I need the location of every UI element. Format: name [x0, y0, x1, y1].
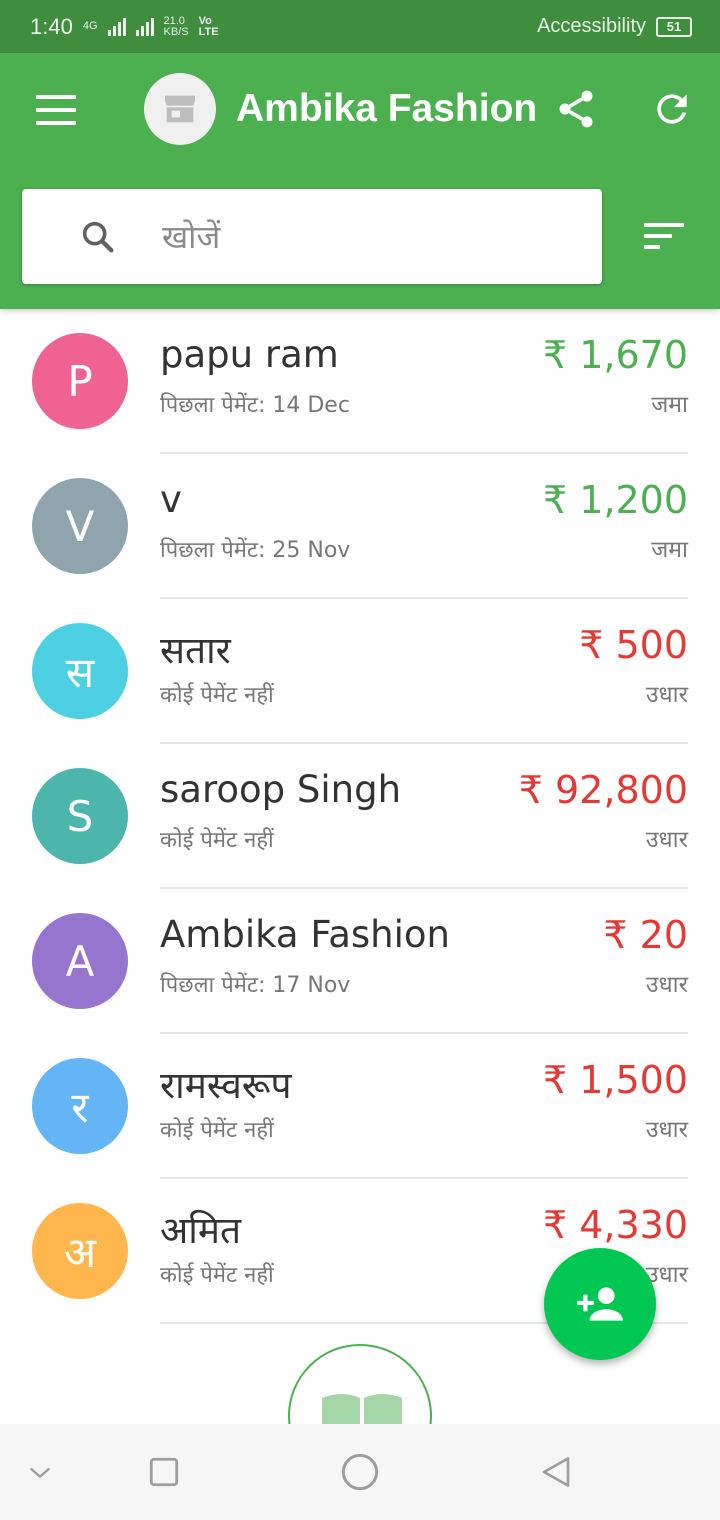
data-speed: 21.0	[163, 14, 185, 27]
customer-row[interactable]: स सतार कोई पेमेंट नहीं ₹ 500 उधार	[0, 599, 720, 744]
balance-status: जमा	[651, 392, 688, 418]
status-bar: 1:40 4G 21.0 KB/S Vo LTE Accessibility 5…	[0, 0, 720, 53]
chevron-down-icon	[29, 1467, 51, 1479]
app-bar: Ambika Fashion	[0, 53, 720, 309]
balance-status: जमा	[651, 537, 688, 563]
share-icon	[559, 90, 593, 128]
refresh-button[interactable]	[650, 87, 694, 131]
search-icon	[82, 221, 114, 253]
customer-row[interactable]: A Ambika Fashion पिछला पेमेंट: 17 Nov ₹ …	[0, 889, 720, 1034]
avatar: V	[32, 478, 128, 574]
accessibility-label: Accessibility	[537, 15, 646, 37]
battery-icon: 51	[656, 16, 692, 37]
sort-icon	[644, 223, 684, 249]
avatar: A	[32, 913, 128, 1009]
customer-row[interactable]: P papu ram पिछला पेमेंट: 14 Dec ₹ 1,670 …	[0, 309, 720, 454]
add-person-icon	[577, 1287, 623, 1321]
balance-status: उधार	[645, 972, 688, 998]
app-title: Ambika Fashion	[236, 87, 538, 130]
balance-status: उधार	[645, 827, 688, 853]
payment-info: कोई पेमेंट नहीं	[160, 1118, 274, 1143]
store-icon	[165, 95, 195, 123]
battery-level: 51	[666, 19, 682, 34]
nav-back-button[interactable]	[532, 1448, 580, 1496]
payment-info: पिछला पेमेंट: 25 Nov	[160, 538, 351, 563]
avatar: P	[32, 333, 128, 429]
refresh-icon	[657, 94, 687, 124]
menu-icon	[36, 95, 76, 125]
balance-amount: ₹ 4,330	[542, 1203, 688, 1247]
balance-amount: ₹ 1,670	[542, 333, 688, 377]
customer-name: सतार	[160, 629, 231, 672]
payment-info: पिछला पेमेंट: 17 Nov	[160, 973, 351, 998]
search-box[interactable]	[22, 189, 602, 284]
system-nav-bar	[0, 1424, 720, 1520]
customer-row[interactable]: र रामस्वरूप कोई पेमेंट नहीं ₹ 1,500 उधार	[0, 1034, 720, 1179]
nav-recents-button[interactable]	[140, 1448, 188, 1496]
payment-info: कोई पेमेंट नहीं	[160, 1263, 274, 1288]
customer-name: Ambika Fashion	[160, 913, 450, 956]
customer-name: v	[160, 478, 182, 521]
customer-name: अमित	[160, 1209, 242, 1252]
avatar: स	[32, 623, 128, 719]
balance-amount: ₹ 20	[603, 913, 688, 957]
avatar: र	[32, 1058, 128, 1154]
share-button[interactable]	[554, 87, 598, 131]
customer-name: रामस्वरूप	[160, 1064, 292, 1107]
avatar: S	[32, 768, 128, 864]
signal-icon-2	[135, 17, 154, 36]
carrier-label: Vo LTE	[198, 14, 219, 38]
customer-row[interactable]: V v पिछला पेमेंट: 25 Nov ₹ 1,200 जमा	[0, 454, 720, 599]
balance-amount: ₹ 92,800	[518, 768, 688, 812]
nav-collapse-button[interactable]	[16, 1448, 64, 1496]
sort-button[interactable]	[644, 223, 684, 251]
customer-name: papu ram	[160, 333, 339, 376]
balance-amount: ₹ 1,200	[542, 478, 688, 522]
avatar: अ	[32, 1203, 128, 1299]
customer-row[interactable]: S saroop Singh कोई पेमेंट नहीं ₹ 92,800 …	[0, 744, 720, 889]
back-icon	[542, 1457, 570, 1487]
customer-name: saroop Singh	[160, 768, 402, 811]
menu-button[interactable]	[36, 95, 76, 125]
nav-home-button[interactable]	[336, 1448, 384, 1496]
customer-list: P papu ram पिछला पेमेंट: 14 Dec ₹ 1,670 …	[0, 309, 720, 1324]
app-screen: 1:40 4G 21.0 KB/S Vo LTE Accessibility 5…	[0, 0, 720, 1520]
balance-amount: ₹ 500	[579, 623, 688, 667]
balance-amount: ₹ 1,500	[542, 1058, 688, 1102]
balance-status: उधार	[645, 682, 688, 708]
payment-info: कोई पेमेंट नहीं	[160, 828, 274, 853]
store-avatar[interactable]	[144, 73, 216, 145]
data-speed-unit: KB/S	[163, 25, 189, 38]
recents-icon	[149, 1457, 179, 1487]
status-time: 1:40	[30, 13, 73, 39]
balance-status: उधार	[645, 1117, 688, 1143]
signal-icon	[107, 17, 126, 36]
payment-info: कोई पेमेंट नहीं	[160, 683, 274, 708]
network-type: 4G	[82, 20, 98, 32]
payment-info: पिछला पेमेंट: 14 Dec	[160, 393, 350, 418]
home-icon	[341, 1453, 379, 1491]
search-input[interactable]	[162, 207, 582, 267]
add-customer-button[interactable]	[544, 1248, 656, 1360]
